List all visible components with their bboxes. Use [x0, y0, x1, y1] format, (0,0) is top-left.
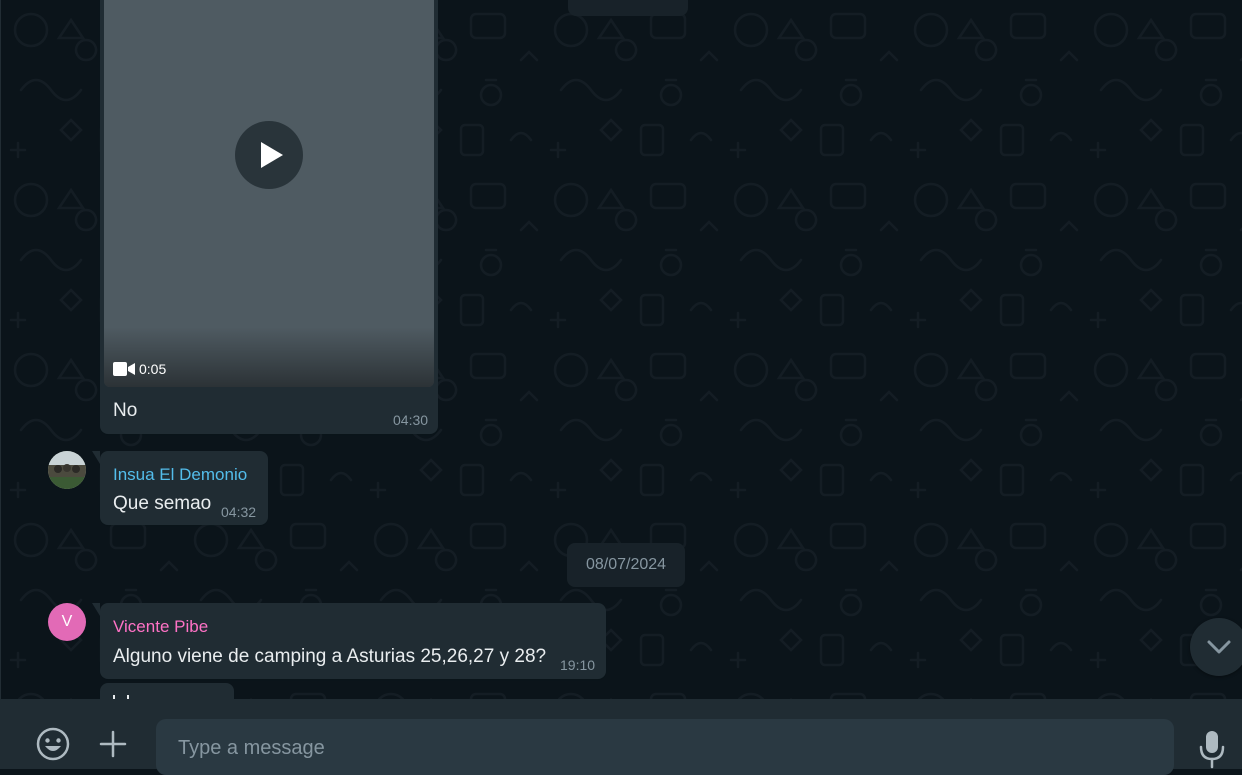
avatar-letter: V	[61, 613, 73, 630]
avatar[interactable]: V	[48, 603, 86, 641]
message-time: 19:10	[560, 657, 596, 673]
avatar[interactable]	[48, 451, 86, 489]
message-input-placeholder: Type a message	[178, 737, 325, 759]
message-text: Que semao	[113, 493, 212, 514]
partial-message-bubble[interactable]	[100, 683, 234, 699]
message-time: 04:32	[221, 504, 257, 520]
vicente-message-bubble[interactable]: Vicente Pibe Alguno viene de camping a A…	[92, 603, 606, 679]
message-time: 04:30	[393, 412, 429, 428]
video-camera-icon	[113, 362, 135, 376]
scroll-to-bottom-button[interactable]	[1190, 618, 1242, 676]
voice-message-button[interactable]	[1194, 727, 1230, 769]
sender-name[interactable]: Vicente Pibe	[113, 617, 208, 637]
play-button[interactable]	[235, 121, 303, 189]
emoji-button[interactable]	[34, 725, 72, 763]
message-text: Alguno viene de camping a Asturias 25,26…	[113, 646, 547, 667]
video-duration: 0:05	[139, 361, 167, 377]
sender-name[interactable]: Insua El Demonio	[113, 465, 247, 485]
avatar-photo	[48, 451, 86, 489]
mic-icon	[1199, 731, 1225, 769]
video-thumbnail[interactable]: 0:05	[104, 0, 434, 387]
message-input[interactable]: Type a message	[156, 719, 1174, 775]
chat-area[interactable]: 0:05 No 04:30 Insua El Demonio Que semao…	[0, 0, 1242, 699]
date-chip-top	[568, 0, 688, 16]
emoji-icon	[36, 727, 70, 761]
chevron-down-icon	[1207, 640, 1231, 654]
attach-button[interactable]	[96, 727, 130, 761]
video-message-bubble[interactable]: 0:05 No 04:30	[100, 0, 438, 434]
composer-bar: Type a message	[0, 699, 1242, 775]
insua-message-bubble[interactable]: Insua El Demonio Que semao 04:32	[92, 451, 268, 525]
play-icon	[261, 142, 283, 168]
plus-icon	[99, 730, 127, 758]
date-separator: 08/07/2024	[567, 543, 685, 587]
date-label: 08/07/2024	[585, 556, 667, 573]
video-caption: No	[113, 400, 138, 421]
